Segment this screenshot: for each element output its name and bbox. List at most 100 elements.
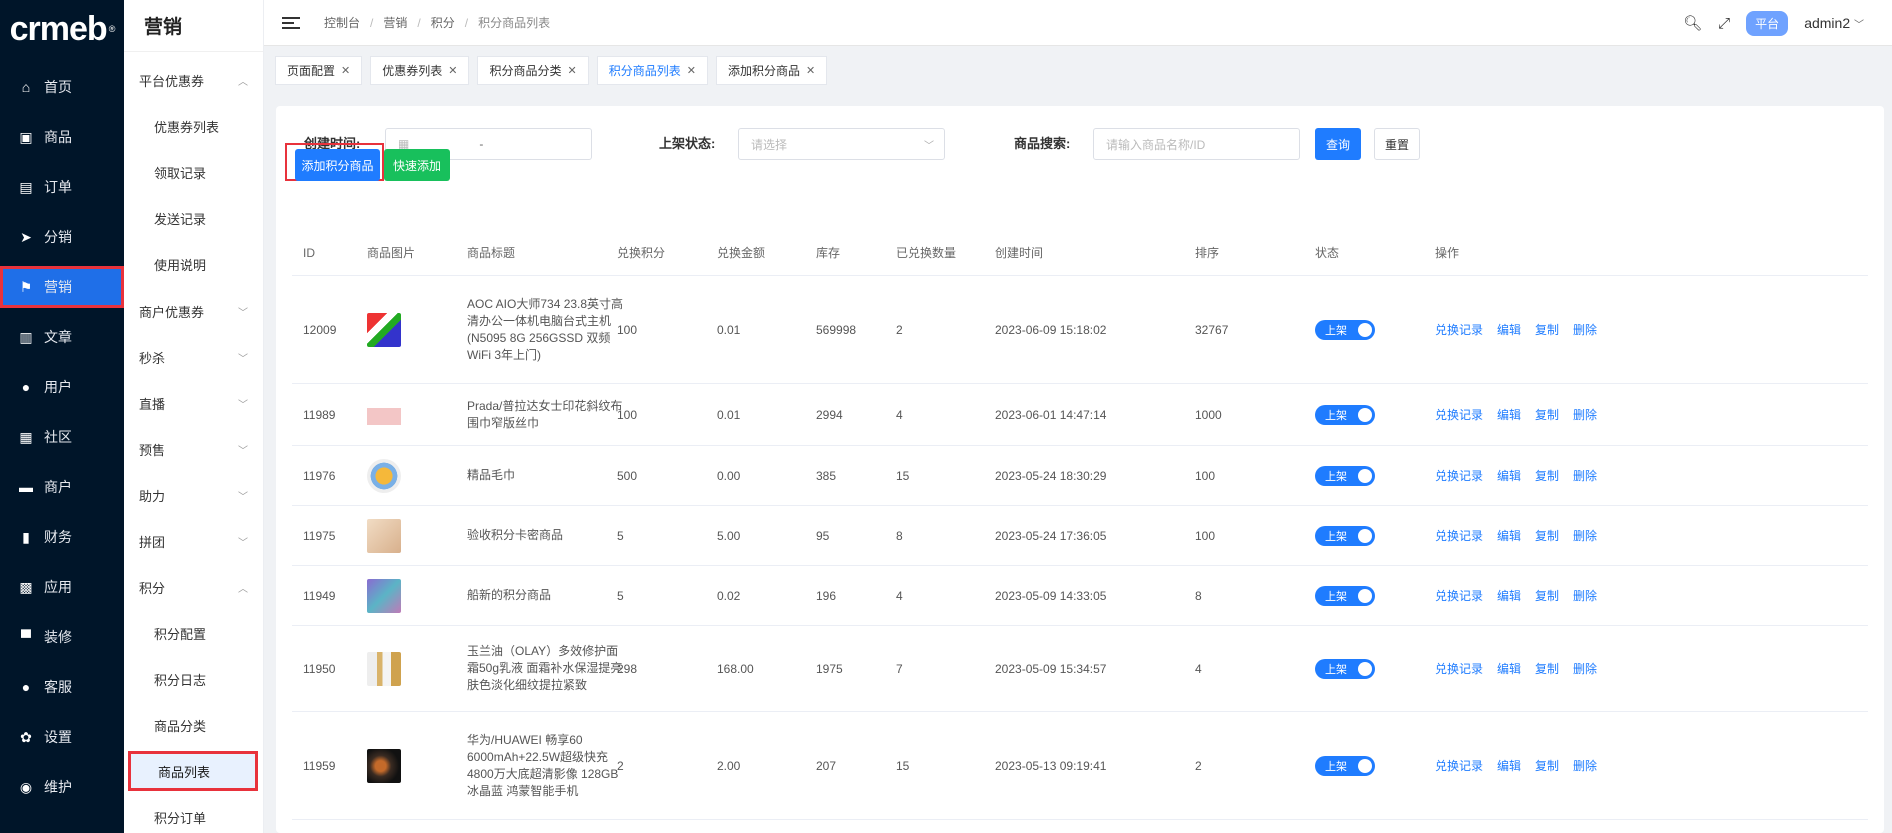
sidebar-item[interactable]: ⌂ 首页: [0, 66, 124, 108]
breadcrumb-item[interactable]: 控制台: [324, 14, 360, 31]
breadcrumb-item[interactable]: 积分: [431, 14, 455, 31]
sidebar-item[interactable]: ▣ 商品: [0, 116, 124, 158]
edit-link[interactable]: 编辑: [1497, 321, 1521, 338]
redeem-records-link[interactable]: 兑换记录: [1435, 660, 1483, 677]
reset-button[interactable]: 重置: [1374, 128, 1420, 160]
copy-link[interactable]: 复制: [1535, 757, 1559, 774]
collapse-menu-icon[interactable]: [282, 16, 300, 29]
copy-link[interactable]: 复制: [1535, 467, 1559, 484]
copy-link[interactable]: 复制: [1535, 321, 1559, 338]
sidebar-item[interactable]: ▤ 订单: [0, 166, 124, 208]
submenu-item[interactable]: 发送记录: [124, 198, 264, 238]
close-icon[interactable]: ✕: [806, 64, 815, 77]
submenu-group[interactable]: 商户优惠券 ﹀: [124, 291, 264, 331]
submenu-item[interactable]: 积分日志: [124, 659, 264, 699]
submenu-group[interactable]: 平台优惠券 ︿: [124, 60, 264, 100]
close-icon[interactable]: ✕: [567, 64, 576, 77]
cell-image[interactable]: [367, 712, 401, 819]
sidebar-item[interactable]: ▥ 文章: [0, 316, 124, 358]
delete-link[interactable]: 删除: [1573, 660, 1597, 677]
status-toggle[interactable]: 上架: [1315, 525, 1375, 546]
close-icon[interactable]: ✕: [687, 64, 696, 77]
edit-link[interactable]: 编辑: [1497, 467, 1521, 484]
fullscreen-icon[interactable]: ⤢: [1718, 15, 1730, 32]
edit-link[interactable]: 编辑: [1497, 406, 1521, 423]
product-thumbnail[interactable]: [367, 312, 401, 347]
product-thumbnail[interactable]: [367, 748, 401, 783]
submenu-group[interactable]: 助力 ﹀: [124, 475, 264, 515]
delete-link[interactable]: 删除: [1573, 467, 1597, 484]
status-toggle[interactable]: 上架: [1315, 658, 1375, 679]
edit-link[interactable]: 编辑: [1497, 587, 1521, 604]
sidebar-item[interactable]: ● 客服: [0, 666, 124, 708]
submenu-item[interactable]: 优惠券列表: [124, 106, 264, 146]
redeem-records-link[interactable]: 兑换记录: [1435, 587, 1483, 604]
sidebar-item[interactable]: ▮ 财务: [0, 516, 124, 558]
sidebar-item[interactable]: ▦ 社区: [0, 416, 124, 458]
sidebar-item[interactable]: ▩ 应用: [0, 566, 124, 608]
submenu-group[interactable]: 拼团 ﹀: [124, 521, 264, 561]
breadcrumb-item[interactable]: 营销: [383, 14, 407, 31]
redeem-records-link[interactable]: 兑换记录: [1435, 757, 1483, 774]
sidebar-item[interactable]: ▬ 商户: [0, 466, 124, 508]
add-points-product-button[interactable]: 添加积分商品: [295, 149, 380, 181]
product-thumbnail[interactable]: [367, 397, 401, 432]
close-icon[interactable]: ✕: [448, 64, 457, 77]
edit-link[interactable]: 编辑: [1497, 660, 1521, 677]
page-tag[interactable]: 积分商品列表 ✕: [596, 56, 708, 85]
status-toggle[interactable]: 上架: [1315, 465, 1375, 486]
product-search-input[interactable]: 请输入商品名称/ID: [1093, 128, 1300, 160]
query-button[interactable]: 查询: [1315, 128, 1361, 160]
product-thumbnail[interactable]: [367, 578, 401, 613]
submenu-group[interactable]: 积分 ︿: [124, 567, 264, 607]
status-select[interactable]: 请选择 ﹀: [738, 128, 945, 160]
page-tag[interactable]: 优惠券列表 ✕: [370, 56, 470, 85]
submenu-group[interactable]: 秒杀 ﹀: [124, 337, 264, 377]
submenu-group[interactable]: 预售 ﹀: [124, 429, 264, 469]
close-icon[interactable]: ✕: [341, 64, 350, 77]
quick-add-button[interactable]: 快速添加: [384, 149, 450, 181]
copy-link[interactable]: 复制: [1535, 406, 1559, 423]
page-tag[interactable]: 积分商品分类 ✕: [477, 56, 589, 85]
submenu-item[interactable]: 积分订单: [124, 797, 264, 833]
submenu-item[interactable]: 领取记录: [124, 152, 264, 192]
product-thumbnail[interactable]: [367, 518, 401, 553]
edit-link[interactable]: 编辑: [1497, 527, 1521, 544]
status-toggle[interactable]: 上架: [1315, 755, 1375, 776]
user-menu[interactable]: admin2 ﹀: [1804, 15, 1864, 31]
copy-link[interactable]: 复制: [1535, 587, 1559, 604]
submenu-item[interactable]: 积分配置: [124, 613, 264, 653]
redeem-records-link[interactable]: 兑换记录: [1435, 467, 1483, 484]
page-tag[interactable]: 页面配置 ✕: [275, 56, 363, 85]
sidebar-item[interactable]: ◉ 维护: [0, 766, 124, 808]
cell-image[interactable]: [367, 626, 401, 711]
redeem-records-link[interactable]: 兑换记录: [1435, 406, 1483, 423]
sidebar-item[interactable]: ✿ 设置: [0, 716, 124, 758]
page-tag[interactable]: 添加积分商品 ✕: [715, 56, 828, 85]
cell-image[interactable]: [367, 566, 401, 625]
status-toggle[interactable]: 上架: [1315, 319, 1375, 340]
delete-link[interactable]: 删除: [1573, 527, 1597, 544]
delete-link[interactable]: 删除: [1573, 587, 1597, 604]
redeem-records-link[interactable]: 兑换记录: [1435, 527, 1483, 544]
sidebar-item[interactable]: ▀ 装修: [0, 616, 124, 658]
cell-image[interactable]: [367, 276, 401, 383]
product-thumbnail[interactable]: [367, 651, 401, 686]
copy-link[interactable]: 复制: [1535, 527, 1559, 544]
sidebar-item[interactable]: ⚑ 营销: [0, 266, 124, 308]
submenu-item[interactable]: 使用说明: [124, 244, 264, 284]
delete-link[interactable]: 删除: [1573, 321, 1597, 338]
submenu-group[interactable]: 直播 ﹀: [124, 383, 264, 423]
cell-image[interactable]: [367, 384, 401, 445]
cell-image[interactable]: [367, 506, 401, 565]
sidebar-item[interactable]: ➤ 分销: [0, 216, 124, 258]
copy-link[interactable]: 复制: [1535, 660, 1559, 677]
status-toggle[interactable]: 上架: [1315, 404, 1375, 425]
sidebar-item[interactable]: ● 用户: [0, 366, 124, 408]
submenu-item[interactable]: 商品分类: [124, 705, 264, 745]
submenu-item[interactable]: 商品列表: [128, 751, 258, 791]
search-icon[interactable]: 🔍︎: [1683, 14, 1702, 32]
delete-link[interactable]: 删除: [1573, 406, 1597, 423]
delete-link[interactable]: 删除: [1573, 757, 1597, 774]
status-toggle[interactable]: 上架: [1315, 585, 1375, 606]
